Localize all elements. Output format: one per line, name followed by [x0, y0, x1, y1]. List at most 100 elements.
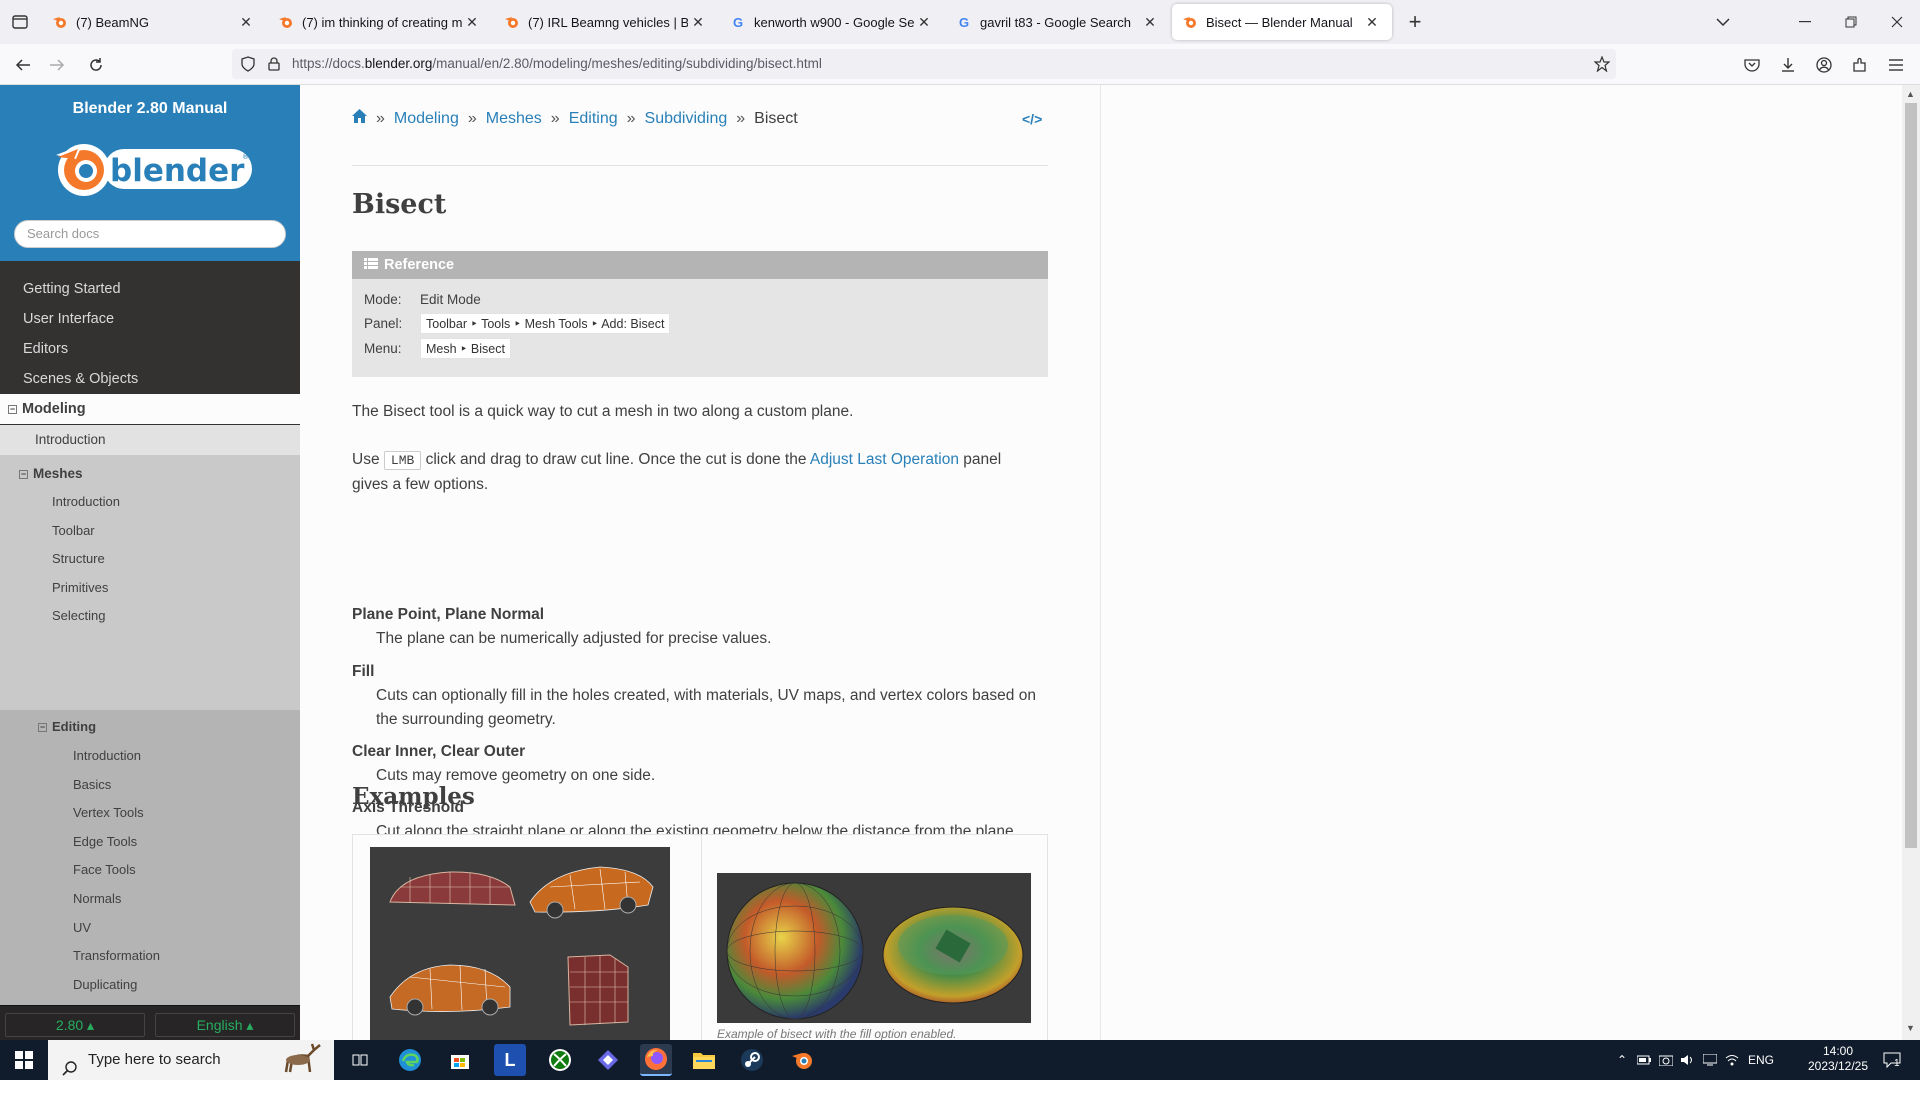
- sidebar-item-editing-transformation[interactable]: Transformation: [0, 942, 300, 970]
- battery-icon[interactable]: [1634, 1044, 1654, 1076]
- blender-logo[interactable]: blender ®: [46, 135, 256, 205]
- url-bar[interactable]: https://docs.blender.org/manual/en/2.80/…: [232, 49, 1616, 79]
- back-icon[interactable]: [12, 54, 34, 76]
- browser-tab[interactable]: Gkenworth w900 - Google Search✕: [720, 4, 944, 40]
- browser-window: (7) BeamNG ✕ (7) im thinking of creating m…: [0, 0, 1920, 1047]
- scroll-up-icon[interactable]: ▲: [1906, 89, 1915, 99]
- sidebar-item-editing-basics[interactable]: Basics: [0, 771, 300, 799]
- browser-tab[interactable]: (7) IRL Beamng vehicles | Beam✕: [494, 4, 718, 40]
- search-input[interactable]: Search docs: [14, 220, 286, 248]
- edge-icon[interactable]: [394, 1044, 426, 1076]
- breadcrumb-link[interactable]: Subdividing: [645, 110, 728, 127]
- vertical-scrollbar[interactable]: ▲ ▼: [1902, 85, 1920, 1040]
- google-icon: G: [732, 14, 744, 30]
- browser-tab[interactable]: (7) BeamNG ✕: [42, 4, 266, 40]
- close-tab-icon[interactable]: ✕: [236, 12, 256, 32]
- breadcrumb-separator: »: [376, 109, 385, 127]
- sidebar-item-editing-vertex-tools[interactable]: Vertex Tools: [0, 799, 300, 827]
- close-tab-icon[interactable]: ✕: [914, 12, 934, 32]
- sidebar-item-meshes-primitives[interactable]: Primitives: [0, 574, 300, 602]
- store-icon[interactable]: [444, 1044, 476, 1076]
- manual-title[interactable]: Blender 2.80 Manual: [0, 100, 300, 118]
- pocket-icon[interactable]: [1741, 54, 1763, 76]
- extensions-icon[interactable]: [1849, 54, 1871, 76]
- tab-list-icon[interactable]: [8, 12, 32, 32]
- camera-icon[interactable]: [1656, 1044, 1676, 1076]
- blender-taskbar-icon[interactable]: [786, 1044, 818, 1076]
- close-tab-icon[interactable]: ✕: [688, 12, 708, 32]
- close-window-icon[interactable]: [1886, 12, 1908, 32]
- sidebar-item-editing[interactable]: − Editing: [38, 713, 96, 741]
- windows-start-icon[interactable]: [8, 1044, 40, 1076]
- reload-icon[interactable]: [85, 54, 107, 76]
- browser-tab[interactable]: Bisect — Blender Manual ✕: [1172, 4, 1392, 40]
- breadcrumb-link[interactable]: Editing: [569, 110, 618, 127]
- volume-icon[interactable]: [1678, 1044, 1698, 1076]
- lock-icon[interactable]: [264, 54, 284, 74]
- file-explorer-icon[interactable]: [688, 1044, 720, 1076]
- chevron-up-icon[interactable]: ⌃: [1612, 1044, 1632, 1076]
- collapse-icon[interactable]: −: [8, 405, 17, 414]
- chevron-down-icon[interactable]: [1712, 12, 1734, 32]
- restore-icon[interactable]: [1840, 12, 1862, 32]
- scrollbar-thumb[interactable]: [1905, 103, 1917, 848]
- sidebar-item-meshes-toolbar[interactable]: Toolbar: [0, 517, 300, 545]
- close-tab-icon[interactable]: ✕: [1140, 12, 1160, 32]
- page-title: Bisect: [352, 189, 447, 220]
- sidebar-item-meshes-selecting[interactable]: Selecting: [0, 602, 300, 630]
- sidebar-item-modeling[interactable]: − Modeling: [0, 394, 300, 424]
- scroll-down-icon[interactable]: ▼: [1906, 1023, 1915, 1033]
- car-bisect-image[interactable]: [370, 847, 670, 1047]
- task-view-icon[interactable]: [344, 1044, 376, 1076]
- breadcrumb-link[interactable]: Meshes: [486, 110, 542, 127]
- bookmark-star-icon[interactable]: [1592, 54, 1612, 74]
- menu-icon[interactable]: [1885, 54, 1907, 76]
- forward-icon[interactable]: [46, 54, 68, 76]
- app-icon[interactable]: [592, 1044, 624, 1076]
- shield-icon[interactable]: [238, 54, 258, 74]
- xbox-icon[interactable]: [544, 1044, 576, 1076]
- url-text[interactable]: https://docs.blender.org/manual/en/2.80/…: [292, 56, 822, 71]
- language-indicator[interactable]: ENG: [1748, 1053, 1774, 1067]
- minimize-icon[interactable]: [1794, 12, 1816, 32]
- sphere-bisect-image[interactable]: [717, 873, 1031, 1023]
- sidebar-item-editing-uv[interactable]: UV: [0, 914, 300, 942]
- sidebar-item-meshes-introduction[interactable]: Introduction: [0, 488, 300, 516]
- breadcrumb-link[interactable]: Modeling: [394, 110, 459, 127]
- steam-icon[interactable]: [736, 1044, 768, 1076]
- firefox-icon[interactable]: [640, 1044, 672, 1076]
- sidebar-item-editing-edge-tools[interactable]: Edge Tools: [0, 828, 300, 856]
- notification-icon[interactable]: 1: [1880, 1044, 1904, 1076]
- sidebar-item-editing-duplicating[interactable]: Duplicating: [0, 971, 300, 999]
- display-icon[interactable]: [1700, 1044, 1720, 1076]
- close-tab-icon[interactable]: ✕: [1362, 12, 1382, 32]
- home-icon[interactable]: [352, 109, 367, 128]
- sidebar-item-modeling-intro[interactable]: Introduction: [0, 425, 300, 455]
- sidebar-item-editors[interactable]: Editors: [0, 334, 300, 364]
- browser-tab[interactable]: (7) im thinking of creating my f ✕: [268, 4, 492, 40]
- breadcrumb-separator: »: [736, 109, 746, 127]
- l-app-icon[interactable]: L: [494, 1044, 526, 1076]
- sidebar-item-meshes[interactable]: − Meshes: [19, 460, 83, 488]
- taskbar-search[interactable]: Type here to search: [48, 1040, 334, 1080]
- clock[interactable]: 14:00 2023/12/25: [1798, 1044, 1878, 1074]
- sidebar-item-scenes-objects[interactable]: Scenes & Objects: [0, 364, 300, 394]
- collapse-icon[interactable]: −: [19, 470, 28, 479]
- view-source-icon[interactable]: </>: [1022, 111, 1042, 127]
- sidebar-item-editing-normals[interactable]: Normals: [0, 885, 300, 913]
- sidebar-item-editing-face-tools[interactable]: Face Tools: [0, 856, 300, 884]
- browser-tab[interactable]: Ggavril t83 - Google Search ✕: [946, 4, 1170, 40]
- account-icon[interactable]: [1813, 54, 1835, 76]
- version-selector[interactable]: 2.80 ▴: [5, 1013, 145, 1037]
- new-tab-icon[interactable]: +: [1404, 9, 1426, 34]
- sidebar-item-meshes-structure[interactable]: Structure: [0, 545, 300, 573]
- close-tab-icon[interactable]: ✕: [462, 12, 482, 32]
- language-selector[interactable]: English ▴: [155, 1013, 295, 1037]
- wifi-icon[interactable]: [1722, 1044, 1742, 1076]
- sidebar-item-editing-introduction[interactable]: Introduction: [0, 742, 300, 770]
- sidebar-item-getting-started[interactable]: Getting Started: [0, 274, 300, 304]
- download-icon[interactable]: [1777, 54, 1799, 76]
- collapse-icon[interactable]: −: [38, 723, 47, 732]
- sidebar-item-user-interface[interactable]: User Interface: [0, 304, 300, 334]
- adjust-last-operation-link[interactable]: Adjust Last Operation: [810, 451, 959, 468]
